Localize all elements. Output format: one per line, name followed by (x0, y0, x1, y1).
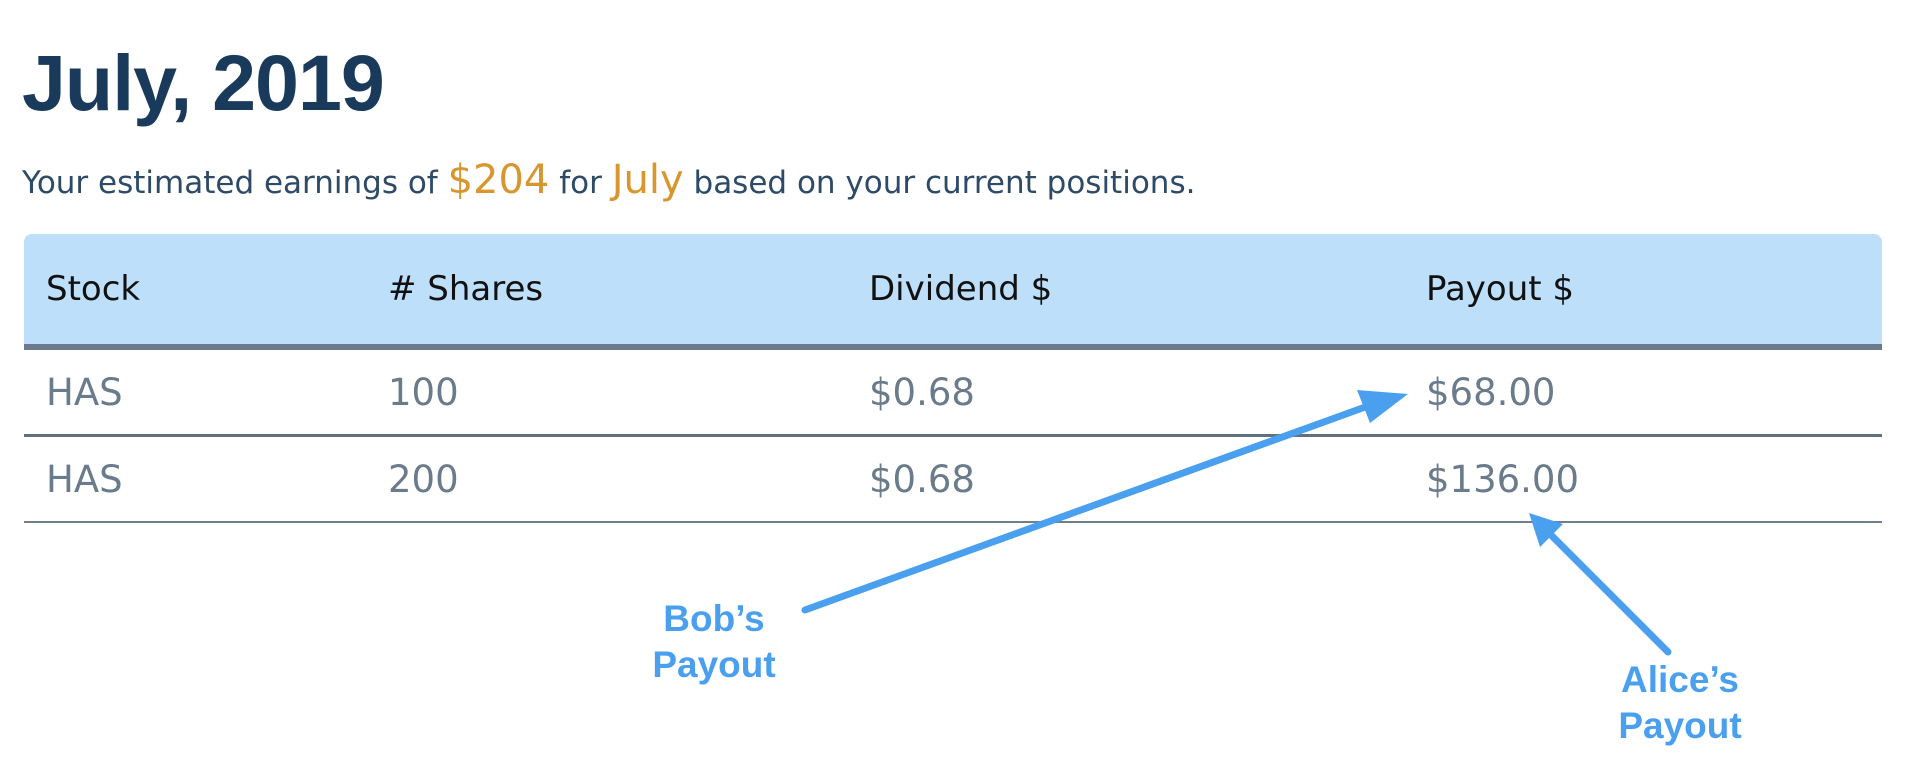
column-header-shares[interactable]: # Shares (366, 234, 847, 350)
earnings-summary: Your estimated earnings of $204 for July… (22, 150, 1195, 213)
page-title: July, 2019 (22, 38, 385, 127)
table-body: HAS 100 $0.68 $68.00 HAS 200 $0.68 $136.… (24, 347, 1882, 523)
alice-label-line2: Payout (1618, 705, 1742, 746)
bob-label-line2: Payout (652, 644, 776, 685)
bob-label-line1: Bob’s (663, 598, 765, 639)
cell-shares: 200 (366, 435, 847, 523)
column-header-payout[interactable]: Payout $ (1404, 234, 1882, 350)
earnings-amount: $204 (447, 157, 550, 203)
table-row: HAS 100 $0.68 $68.00 (24, 347, 1882, 437)
summary-middle: for (549, 165, 612, 201)
cell-shares: 100 (366, 347, 847, 437)
cell-stock: HAS (24, 435, 366, 523)
alice-arrow-icon (1529, 513, 1672, 656)
cell-dividend: $0.68 (847, 347, 1404, 437)
cell-stock: HAS (24, 347, 366, 437)
dividends-table: Stock # Shares Dividend $ Payout $ HAS 1… (24, 234, 1882, 523)
summary-prefix: Your estimated earnings of (22, 165, 448, 201)
cell-payout: $136.00 (1404, 435, 1882, 523)
table-header-row: Stock # Shares Dividend $ Payout $ (24, 234, 1882, 350)
cell-dividend: $0.68 (847, 435, 1404, 523)
dividends-table-container: Stock # Shares Dividend $ Payout $ HAS 1… (24, 234, 1882, 523)
earnings-month: July (611, 157, 684, 203)
alice-label-line1: Alice’s (1621, 659, 1739, 700)
alice-payout-label: Alice’s Payout (1600, 657, 1760, 749)
summary-suffix: based on your current positions. (683, 165, 1196, 201)
column-header-stock[interactable]: Stock (24, 234, 366, 350)
bob-payout-label: Bob’s Payout (640, 596, 788, 688)
table-row: HAS 200 $0.68 $136.00 (24, 435, 1882, 523)
table-header: Stock # Shares Dividend $ Payout $ (24, 234, 1882, 350)
cell-payout: $68.00 (1404, 347, 1882, 437)
column-header-dividend[interactable]: Dividend $ (847, 234, 1404, 350)
